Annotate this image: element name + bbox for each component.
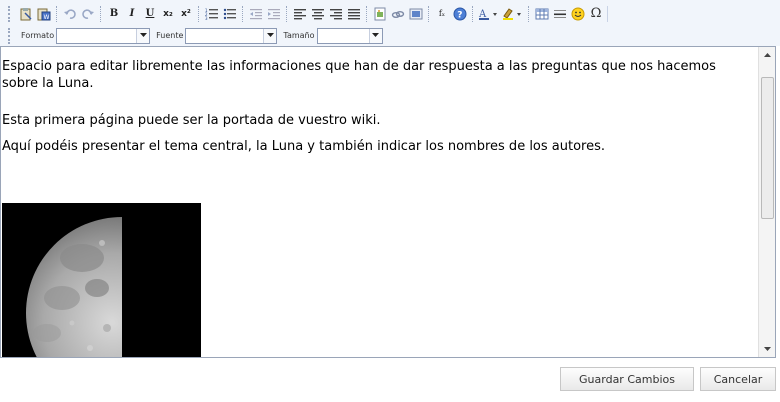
- toolbar-separator: [528, 5, 530, 22]
- bold-icon[interactable]: B: [106, 6, 122, 22]
- toolbar-separator: [286, 5, 288, 22]
- svg-text:W: W: [44, 14, 50, 21]
- align-right-icon[interactable]: [328, 6, 344, 22]
- size-select[interactable]: [316, 27, 383, 44]
- font-select[interactable]: [185, 27, 278, 44]
- toolbar-separator: [472, 5, 474, 22]
- italic-icon[interactable]: I: [124, 6, 140, 22]
- chevron-down-icon[interactable]: [263, 28, 277, 43]
- outdent-icon[interactable]: [248, 6, 264, 22]
- svg-text:?: ?: [457, 10, 462, 20]
- moon-image[interactable]: [2, 203, 201, 357]
- special-char-icon[interactable]: Ω: [588, 6, 604, 22]
- editor-scrollbar[interactable]: [758, 47, 775, 357]
- toolbar-separator: [100, 5, 102, 22]
- toolbar-row-2: Formato Fuente Tamaño: [8, 25, 383, 46]
- underline-icon[interactable]: U: [142, 6, 158, 22]
- horizontal-rule-icon[interactable]: [552, 6, 568, 22]
- toolbar-separator: [56, 5, 58, 22]
- font-value: [186, 29, 263, 43]
- toolbar-separator: [242, 5, 244, 22]
- align-left-icon[interactable]: [292, 6, 308, 22]
- format-select[interactable]: [56, 27, 151, 44]
- scroll-down-arrow-icon[interactable]: [759, 341, 775, 357]
- paragraph-authors: Aquí podéis presentar el tema central, l…: [2, 139, 606, 154]
- numbered-list-icon[interactable]: 123: [204, 6, 220, 22]
- formula-glyph: fₓ: [438, 9, 446, 18]
- toolbar-separator: [428, 5, 430, 22]
- toolbar-grip[interactable]: [8, 27, 13, 44]
- justify-icon[interactable]: [346, 6, 362, 22]
- scroll-thumb[interactable]: [761, 77, 774, 219]
- superscript-icon[interactable]: x²: [178, 6, 194, 22]
- editor-area[interactable]: Espacio para editar libremente las infor…: [0, 46, 776, 358]
- help-icon[interactable]: ?: [452, 6, 468, 22]
- bulleted-list-icon[interactable]: [222, 6, 238, 22]
- subscript-icon[interactable]: x₂: [160, 6, 176, 22]
- table-icon[interactable]: [534, 6, 550, 22]
- redo-icon[interactable]: [80, 6, 96, 22]
- paste-text-icon[interactable]: [18, 6, 34, 22]
- editor-content[interactable]: Espacio para editar libremente las infor…: [2, 58, 747, 155]
- bg-color-icon[interactable]: [502, 6, 524, 22]
- align-center-icon[interactable]: [310, 6, 326, 22]
- chevron-down-icon[interactable]: [368, 28, 382, 43]
- italic-glyph: I: [129, 8, 135, 19]
- smiley-icon[interactable]: [570, 6, 586, 22]
- paragraph-portada: Esta primera página puede ser la portada…: [2, 113, 381, 128]
- font-label: Fuente: [156, 31, 184, 40]
- size-label: Tamaño: [283, 31, 315, 40]
- undo-icon[interactable]: [62, 6, 78, 22]
- link-icon[interactable]: [390, 6, 406, 22]
- format-value: [57, 29, 136, 43]
- save-changes-button[interactable]: Guardar Cambios: [560, 367, 694, 391]
- toolbar-separator: [366, 5, 368, 22]
- toolbar-row-1: W B I U x₂ x² 123 fₓ ? A Ω: [8, 3, 609, 24]
- cancel-button[interactable]: Cancelar: [700, 367, 776, 391]
- superscript-glyph: x²: [181, 8, 191, 19]
- toolbar-grip[interactable]: [8, 5, 13, 22]
- paste-word-icon[interactable]: W: [36, 6, 52, 22]
- paragraph-intro: Espacio para editar libremente las infor…: [2, 59, 716, 91]
- svg-text:3: 3: [205, 16, 208, 21]
- scroll-up-arrow-icon[interactable]: [759, 47, 775, 63]
- image-icon[interactable]: [372, 6, 388, 22]
- format-label: Formato: [21, 31, 55, 40]
- flash-icon[interactable]: [408, 6, 424, 22]
- indent-icon[interactable]: [266, 6, 282, 22]
- omega-glyph: Ω: [590, 6, 602, 21]
- toolbar-separator: [198, 5, 200, 22]
- underline-glyph: U: [145, 8, 155, 19]
- editor-toolbar: W B I U x₂ x² 123 fₓ ? A Ω Formato Fuent…: [0, 0, 780, 46]
- toolbar-row-end: [607, 5, 609, 22]
- bold-glyph: B: [109, 8, 119, 19]
- chevron-down-icon[interactable]: [136, 28, 150, 43]
- formula-icon[interactable]: fₓ: [434, 6, 450, 22]
- subscript-glyph: x₂: [163, 8, 173, 19]
- size-value: [318, 29, 369, 43]
- text-color-icon[interactable]: A: [478, 6, 500, 22]
